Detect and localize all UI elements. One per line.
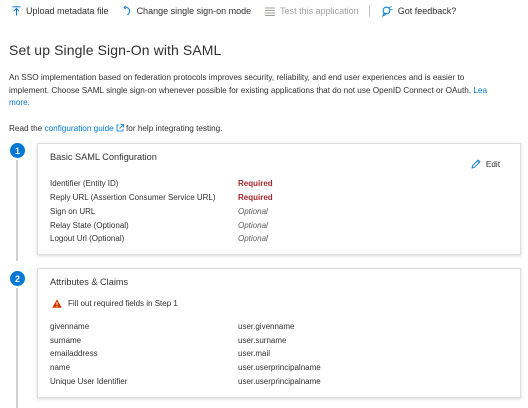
attributes-claims-card: Attributes & Claims Fill out required fi… bbox=[37, 268, 521, 398]
change-sso-mode-button[interactable]: Change single sign-on mode bbox=[115, 0, 258, 22]
field-value: Optional bbox=[238, 207, 268, 216]
claim-name: givenname bbox=[50, 322, 90, 331]
test-application-label: Test this application bbox=[280, 6, 359, 16]
field-value: Optional bbox=[238, 234, 268, 243]
claim-name: surname bbox=[50, 336, 82, 345]
feedback-button[interactable]: Got feedback? bbox=[374, 0, 463, 22]
claim-name: Unique User Identifier bbox=[50, 377, 128, 386]
claim-value: user.userprincipalname bbox=[238, 377, 321, 386]
description-line-2: implement. Choose SAML single sign-on wh… bbox=[9, 85, 528, 98]
field-value: Required bbox=[238, 193, 273, 202]
page-title: Set up Single Sign-On with SAML bbox=[9, 42, 222, 58]
learn-more-link-continued[interactable]: more. bbox=[9, 98, 30, 107]
warning-message: Fill out required fields in Step 1 bbox=[52, 299, 178, 308]
upload-metadata-button[interactable]: Upload metadata file bbox=[4, 0, 115, 22]
field-label: Reply URL (Assertion Consumer Service UR… bbox=[50, 193, 216, 202]
edit-label: Edit bbox=[485, 159, 500, 169]
field-label: Identifier (Entity ID) bbox=[50, 179, 119, 188]
step-1-badge: 1 bbox=[10, 143, 25, 158]
pencil-icon bbox=[471, 159, 481, 169]
field-label: Sign on URL bbox=[50, 207, 96, 216]
claim-name: name bbox=[50, 363, 71, 372]
test-application-button[interactable]: Test this application bbox=[257, 0, 365, 22]
field-label: Logout Url (Optional) bbox=[50, 234, 125, 243]
description-line-1: An SSO implementation based on federatio… bbox=[9, 73, 465, 82]
page-description: An SSO implementation based on federatio… bbox=[9, 72, 528, 110]
read-guide-suffix: for help integrating testing. bbox=[123, 124, 223, 133]
description-line-2-text: implement. Choose SAML single sign-on wh… bbox=[9, 85, 474, 95]
configuration-guide-link[interactable]: configuration guide bbox=[45, 124, 114, 133]
basic-saml-configuration-card: Basic SAML Configuration Edit Identifier… bbox=[37, 143, 521, 255]
feedback-label: Got feedback? bbox=[397, 6, 457, 16]
change-sso-mode-label: Change single sign-on mode bbox=[136, 6, 252, 16]
list-icon bbox=[265, 7, 276, 16]
read-guide-prefix: Read the bbox=[9, 124, 45, 133]
edit-basic-saml-button[interactable]: Edit bbox=[471, 159, 500, 169]
description-line-3: more. bbox=[9, 97, 528, 110]
field-value: Required bbox=[238, 179, 273, 188]
claim-value: user.mail bbox=[238, 349, 271, 358]
claim-name: emailaddress bbox=[50, 349, 98, 358]
learn-more-link[interactable]: Lea bbox=[473, 86, 487, 95]
feedback-icon bbox=[381, 5, 393, 17]
claim-value: user.givenname bbox=[238, 322, 295, 331]
field-label: Relay State (Optional) bbox=[50, 221, 129, 230]
upload-metadata-label: Upload metadata file bbox=[26, 6, 109, 16]
card-title: Basic SAML Configuration bbox=[50, 152, 157, 162]
read-guide-line: Read the configuration guide for help in… bbox=[9, 124, 223, 134]
field-value: Optional bbox=[238, 221, 268, 230]
step-connector-line bbox=[16, 160, 18, 261]
claim-value: user.surname bbox=[238, 336, 287, 345]
undo-icon bbox=[123, 6, 132, 16]
warning-icon bbox=[52, 299, 62, 308]
step-connector-line bbox=[16, 288, 18, 408]
command-bar: Upload metadata file Change single sign-… bbox=[0, 0, 528, 22]
step-2-badge: 2 bbox=[10, 271, 25, 286]
card-title: Attributes & Claims bbox=[50, 277, 129, 287]
claim-value: user.userprincipalname bbox=[238, 363, 321, 372]
upload-icon bbox=[12, 6, 21, 16]
warning-text: Fill out required fields in Step 1 bbox=[68, 299, 178, 308]
toolbar-divider bbox=[368, 5, 370, 17]
external-link-icon bbox=[116, 124, 124, 134]
